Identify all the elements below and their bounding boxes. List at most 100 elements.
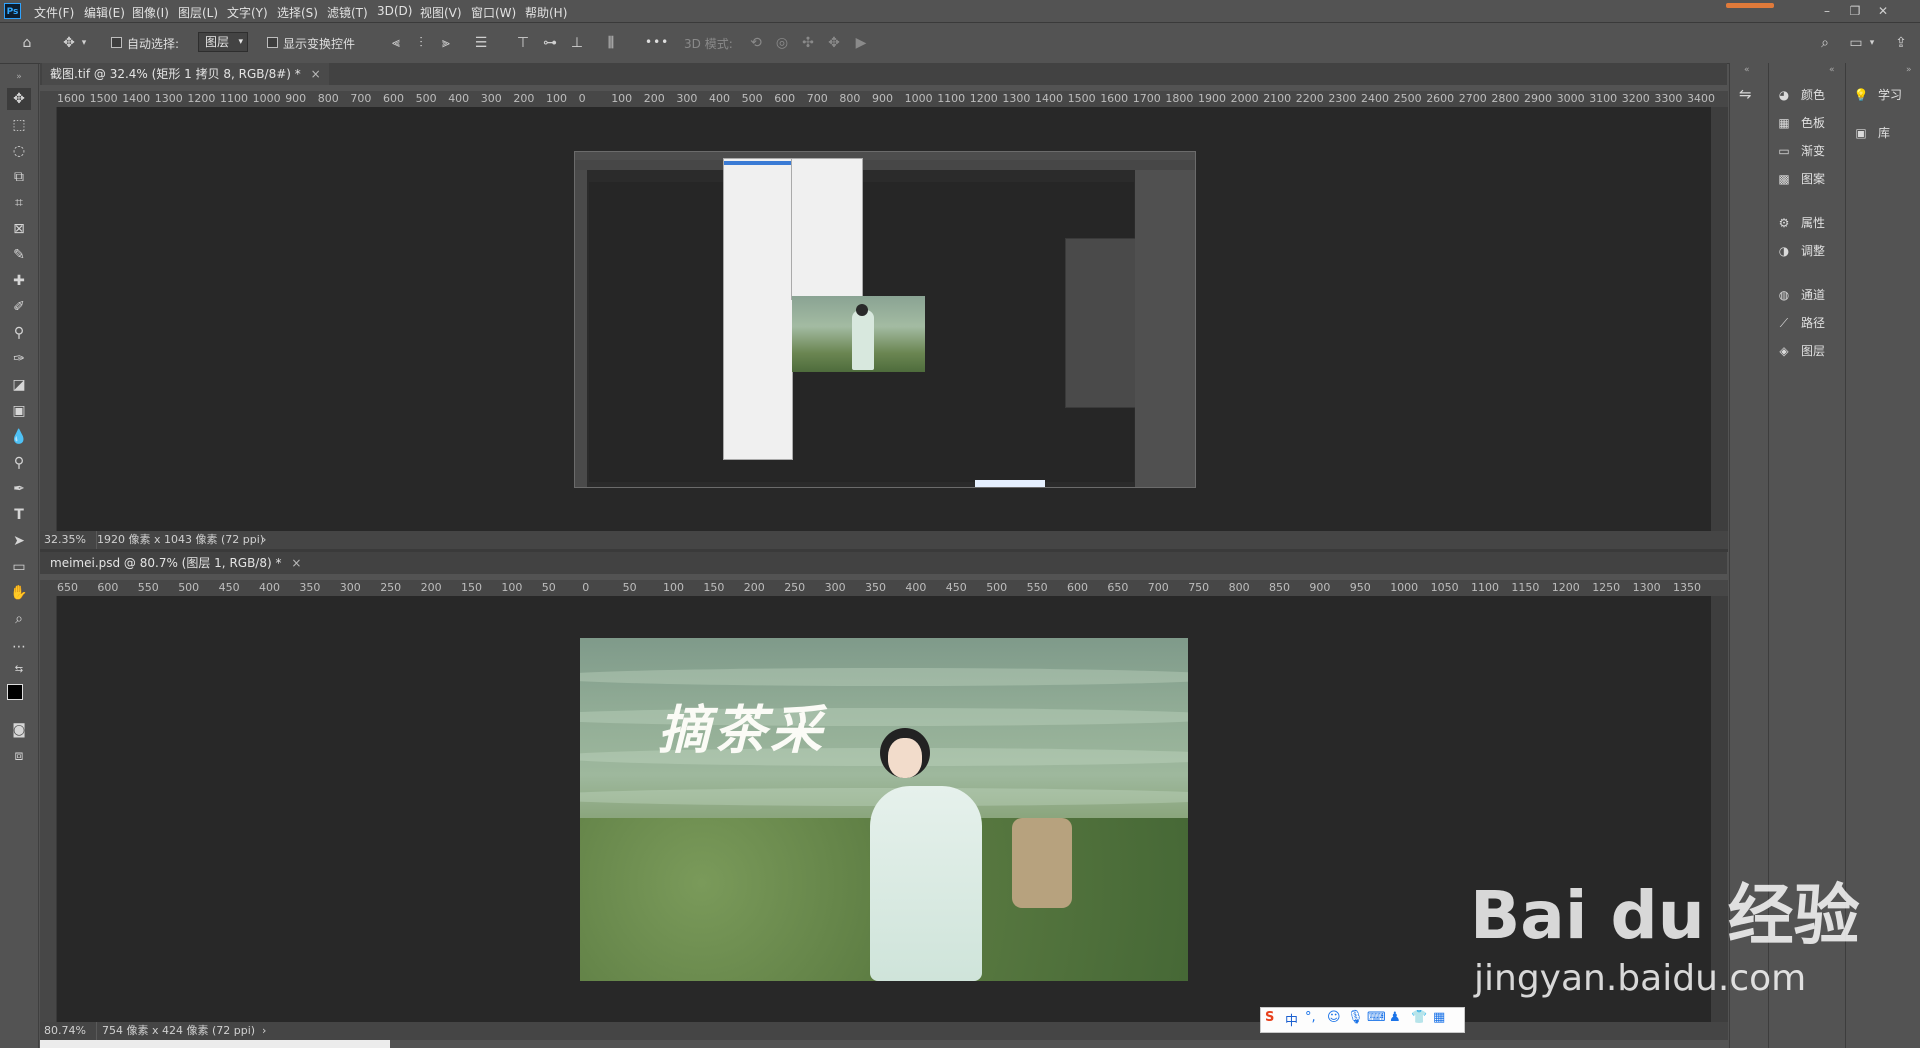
- blur-tool-icon[interactable]: 💧: [7, 426, 31, 448]
- distribute-icon[interactable]: ☰: [470, 32, 492, 54]
- frame-tool-icon[interactable]: ⊠: [7, 218, 31, 240]
- close-icon[interactable]: ×: [311, 67, 321, 81]
- menu-select[interactable]: 选择(S): [277, 4, 318, 21]
- brush-tool-icon[interactable]: ✐: [7, 296, 31, 318]
- emoji-icon[interactable]: ☺: [1327, 1010, 1341, 1025]
- object-select-tool-icon[interactable]: ⧉: [7, 166, 31, 188]
- eraser-tool-icon[interactable]: ◪: [7, 374, 31, 396]
- gradient-tool-icon[interactable]: ▣: [7, 400, 31, 422]
- swap-colors-icon[interactable]: ⇆: [7, 659, 31, 681]
- auto-select-checkbox[interactable]: [111, 37, 122, 48]
- chevron-down-icon[interactable]: ▾: [78, 32, 90, 54]
- doc2-zoom-level[interactable]: 80.74%: [44, 1022, 86, 1040]
- doc1-doc-info[interactable]: 1920 像素 x 1043 像素 (72 ppi): [97, 531, 264, 549]
- panel-button-gradient[interactable]: ▭ 渐变: [1775, 139, 1825, 163]
- menu-type[interactable]: 文字(Y): [227, 4, 268, 21]
- panel-button-libraries[interactable]: ▣ 库: [1852, 121, 1890, 145]
- photoshop-logo[interactable]: Ps: [4, 3, 21, 19]
- align-right-icon[interactable]: ⫸: [435, 32, 457, 54]
- collapse-dock-icon[interactable]: «: [1744, 65, 1750, 75]
- foreground-color-swatch[interactable]: [7, 684, 23, 700]
- menu-filter[interactable]: 滤镜(T): [327, 4, 368, 21]
- chevron-down-icon[interactable]: ▾: [1866, 32, 1878, 54]
- doc1-vertical-scrollbar[interactable]: [1711, 107, 1728, 531]
- workspace-icon[interactable]: ▭: [1845, 32, 1867, 54]
- panel-button-patterns[interactable]: ▩ 图案: [1775, 167, 1825, 191]
- menu-view[interactable]: 视图(V): [420, 4, 462, 21]
- distribute-v-icon[interactable]: ⫼: [600, 32, 622, 54]
- history-panel-icon[interactable]: ⇋: [1739, 85, 1752, 103]
- home-icon[interactable]: ⌂: [16, 32, 38, 54]
- menu-image[interactable]: 图像(I): [132, 4, 169, 21]
- type-tool-icon[interactable]: T: [7, 504, 31, 526]
- marquee-tool-icon[interactable]: ⬚: [7, 114, 31, 136]
- doc2-doc-info[interactable]: 754 像素 x 424 像素 (72 ppi): [102, 1022, 255, 1040]
- show-transform-checkbox[interactable]: [267, 37, 278, 48]
- move-tool-icon[interactable]: ✥: [58, 32, 80, 54]
- panel-button-channels[interactable]: ◍ 通道: [1775, 283, 1825, 307]
- crop-tool-icon[interactable]: ⌗: [7, 192, 31, 214]
- eyedropper-tool-icon[interactable]: ✎: [7, 244, 31, 266]
- panel-button-learn[interactable]: 💡 学习: [1852, 83, 1903, 107]
- microphone-icon[interactable]: 🎙: [1347, 1010, 1364, 1025]
- menu-3d[interactable]: 3D(D): [377, 4, 412, 18]
- move-tool-icon[interactable]: ✥: [7, 88, 31, 110]
- hand-tool-icon[interactable]: ✋: [7, 582, 31, 604]
- close-icon[interactable]: ✕: [1873, 2, 1893, 20]
- rectangle-tool-icon[interactable]: ▭: [7, 556, 31, 578]
- screen-mode-icon[interactable]: ⧈: [7, 745, 31, 767]
- quick-mask-icon[interactable]: ◙: [7, 719, 31, 741]
- pen-tool-icon[interactable]: ✒: [7, 478, 31, 500]
- menu-edit[interactable]: 编辑(E): [84, 4, 125, 21]
- zoom-tool-icon[interactable]: ⌕: [7, 608, 31, 630]
- 3d-rotate-icon[interactable]: ⟲: [745, 32, 767, 54]
- horizontal-scrollbar-thumb[interactable]: [40, 1040, 390, 1048]
- chevron-right-icon[interactable]: ›: [262, 1022, 266, 1040]
- collapse-dock-icon[interactable]: «: [1829, 65, 1835, 75]
- collapse-toolbar-icon[interactable]: »: [7, 66, 31, 88]
- restore-icon[interactable]: ❐: [1845, 2, 1865, 20]
- path-select-icon[interactable]: ➤: [7, 530, 31, 552]
- panel-button-layers[interactable]: ◈ 图层: [1775, 339, 1825, 363]
- keyboard-icon[interactable]: ⌨: [1367, 1010, 1386, 1025]
- healing-brush-icon[interactable]: ✚: [7, 270, 31, 292]
- toolbox-icon[interactable]: ▦: [1433, 1010, 1445, 1025]
- menu-layer[interactable]: 图层(L): [178, 4, 218, 21]
- lasso-tool-icon[interactable]: ◌: [7, 140, 31, 162]
- menu-window[interactable]: 窗口(W): [471, 4, 516, 21]
- align-center-h-icon[interactable]: ⫶: [410, 32, 432, 54]
- edit-toolbar-icon[interactable]: ⋯: [7, 636, 31, 658]
- close-icon[interactable]: ×: [291, 556, 301, 570]
- more-options-button[interactable]: •••: [645, 35, 669, 49]
- 3d-roll-icon[interactable]: ◎: [771, 32, 793, 54]
- 3d-pan-icon[interactable]: ✣: [797, 32, 819, 54]
- sogou-logo-icon[interactable]: S: [1265, 1010, 1274, 1025]
- punctuation-icon[interactable]: °,: [1305, 1010, 1316, 1025]
- panel-button-adjustments[interactable]: ◑ 调整: [1775, 239, 1825, 263]
- collapse-dock-icon[interactable]: »: [1906, 65, 1912, 75]
- align-top-icon[interactable]: ⊤: [512, 32, 534, 54]
- panel-button-properties[interactable]: ⚙ 属性: [1775, 211, 1825, 235]
- panel-button-swatches[interactable]: ▦ 色板: [1775, 111, 1825, 135]
- doc1-zoom-level[interactable]: 32.35%: [44, 531, 86, 549]
- menu-file[interactable]: 文件(F): [34, 4, 74, 21]
- dodge-tool-icon[interactable]: ⚲: [7, 452, 31, 474]
- chevron-right-icon[interactable]: ›: [262, 531, 266, 549]
- minimize-icon[interactable]: –: [1817, 2, 1837, 20]
- skin-icon[interactable]: 👕: [1411, 1010, 1427, 1025]
- share-icon[interactable]: ⇪: [1890, 32, 1912, 54]
- doc2-tab[interactable]: meimei.psd @ 80.7% (图层 1, RGB/8) * ×: [42, 552, 310, 574]
- align-middle-v-icon[interactable]: ⊶: [539, 32, 561, 54]
- doc1-tab[interactable]: 截图.tif @ 32.4% (矩形 1 拷贝 8, RGB/8#) * ×: [42, 63, 329, 85]
- auto-select-target-select[interactable]: 图层 ▾: [198, 32, 248, 52]
- align-bottom-icon[interactable]: ⊥: [566, 32, 588, 54]
- search-icon[interactable]: ⌕: [1814, 32, 1836, 54]
- menu-help[interactable]: 帮助(H): [525, 4, 567, 21]
- user-icon[interactable]: ♟: [1389, 1010, 1401, 1025]
- 3d-slide-icon[interactable]: ✥: [823, 32, 845, 54]
- align-left-icon[interactable]: ⫷: [385, 32, 407, 54]
- ime-mode-label[interactable]: 中: [1285, 1010, 1298, 1029]
- panel-button-color[interactable]: ◕ 颜色: [1775, 83, 1825, 107]
- stamp-tool-icon[interactable]: ⚲: [7, 322, 31, 344]
- ime-toolbar[interactable]: S 中 °, ☺ 🎙 ⌨ ♟ 👕 ▦: [1260, 1007, 1465, 1033]
